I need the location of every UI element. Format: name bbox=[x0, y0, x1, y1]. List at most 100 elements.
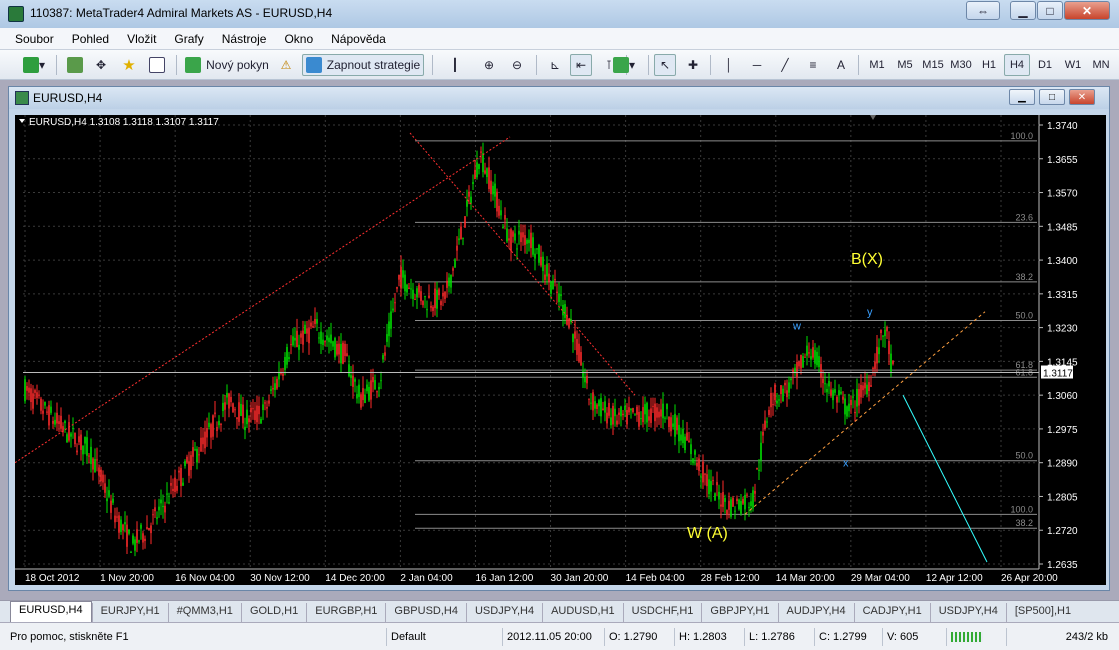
candle-body bbox=[340, 343, 342, 364]
candle-body bbox=[682, 428, 684, 444]
candle-body bbox=[200, 437, 202, 452]
chart-tab[interactable]: AUDJPY,H4 bbox=[777, 603, 854, 622]
chart-tab[interactable]: CADJPY,H1 bbox=[853, 603, 930, 622]
channel-icon: ≡ bbox=[809, 58, 817, 72]
candle-body bbox=[634, 413, 636, 415]
timeframe-h1[interactable]: H1 bbox=[976, 54, 1002, 76]
vertical-line-button[interactable]: │ bbox=[718, 54, 740, 76]
candle-body bbox=[356, 394, 358, 399]
chart-canvas[interactable]: 1.3740 1.3655 1.3570 1.3485 1.3400 1.3315 1.32… bbox=[14, 115, 1106, 585]
candle-body bbox=[464, 216, 466, 228]
chart-tab[interactable]: AUDUSD,H1 bbox=[542, 603, 623, 622]
chart-tab[interactable]: GBPUSD,H4 bbox=[385, 603, 466, 622]
channel-button[interactable]: ≡ bbox=[802, 54, 824, 76]
timeframe-m1[interactable]: M1 bbox=[864, 54, 890, 76]
chart-shift-button[interactable]: ⇤ bbox=[570, 54, 592, 76]
candle-body bbox=[532, 237, 534, 255]
horizontal-line-button[interactable]: ─ bbox=[746, 54, 768, 76]
candle-body bbox=[34, 390, 36, 393]
candle-body bbox=[766, 421, 768, 423]
timeframe-m5[interactable]: M5 bbox=[892, 54, 918, 76]
cursor-button[interactable]: ↖ bbox=[654, 54, 676, 76]
wave-label-x: x bbox=[843, 458, 849, 470]
candle-body bbox=[536, 248, 538, 250]
menu-okno[interactable]: Okno bbox=[275, 32, 322, 46]
candle-body bbox=[404, 274, 406, 292]
close-button[interactable]: ✕ bbox=[1064, 1, 1110, 20]
chart-tab[interactable]: [SP500],H1 bbox=[1005, 603, 1079, 622]
candle-body bbox=[590, 402, 592, 404]
candle-body bbox=[324, 341, 326, 343]
autoscroll-button[interactable]: ⊾ bbox=[544, 54, 566, 76]
menu-napoveda[interactable]: Nápověda bbox=[322, 32, 395, 46]
candle-body bbox=[680, 434, 682, 441]
bar-chart-icon: ┃ bbox=[451, 58, 459, 72]
crosshair-button[interactable]: ✚ bbox=[682, 54, 704, 76]
candle-body bbox=[772, 404, 774, 406]
chart-minimize-button[interactable]: ▁ bbox=[1009, 89, 1035, 105]
candle-body bbox=[882, 335, 884, 337]
chart-tab[interactable]: USDCHF,H1 bbox=[622, 603, 702, 622]
new-chart-button[interactable]: ▾ bbox=[18, 54, 50, 76]
minimize-button[interactable]: ▁ bbox=[1010, 1, 1036, 20]
candle-body bbox=[58, 421, 60, 425]
price-label: 1.3060 bbox=[1047, 391, 1078, 402]
candle-body bbox=[406, 284, 408, 293]
navigator-button[interactable]: ✥ bbox=[90, 54, 112, 76]
maximize-button[interactable]: □ bbox=[1037, 1, 1063, 20]
zoom-in-button[interactable]: ⊕ bbox=[478, 54, 500, 76]
menu-vlozit[interactable]: Vložit bbox=[118, 32, 165, 46]
timeframe-m15[interactable]: M15 bbox=[920, 54, 946, 76]
candle-body bbox=[26, 386, 28, 391]
price-chart[interactable]: 1.3740 1.3655 1.3570 1.3485 1.3400 1.3315 1.32… bbox=[14, 115, 1106, 585]
chart-tab[interactable]: GOLD,H1 bbox=[240, 603, 306, 622]
menu-soubor[interactable]: Soubor bbox=[6, 32, 63, 46]
favorites-button[interactable]: ★ bbox=[118, 54, 140, 76]
price-label: 1.3740 bbox=[1047, 121, 1078, 132]
candle-body bbox=[370, 380, 372, 400]
candle-body bbox=[856, 388, 858, 407]
chart-close-button[interactable]: ✕ bbox=[1069, 89, 1095, 105]
zoom-out-button[interactable]: ⊖ bbox=[506, 54, 528, 76]
timeframe-mn[interactable]: MN bbox=[1088, 54, 1114, 76]
timeframe-w1[interactable]: W1 bbox=[1060, 54, 1086, 76]
chart-tab[interactable]: EURGBP,H1 bbox=[306, 603, 385, 622]
strategy-button[interactable]: Zapnout strategie bbox=[302, 54, 424, 76]
indicators-button[interactable]: ▾ bbox=[608, 54, 640, 76]
text-tool-button[interactable]: A bbox=[830, 54, 852, 76]
market-watch-button[interactable] bbox=[64, 54, 86, 76]
candle-body bbox=[704, 473, 706, 475]
chart-tab[interactable]: #QMM3,H1 bbox=[167, 603, 241, 622]
chart-tab[interactable]: EURUSD,H4 bbox=[10, 601, 92, 622]
candle-body bbox=[730, 499, 732, 517]
terminal-button[interactable] bbox=[146, 54, 168, 76]
chart-tab[interactable]: EURJPY,H1 bbox=[91, 603, 168, 622]
status-low: L: 1.2786 bbox=[744, 628, 814, 646]
trendline-button[interactable]: ╱ bbox=[774, 54, 796, 76]
chart-tab[interactable]: GBPJPY,H1 bbox=[701, 603, 777, 622]
timeframe-d1[interactable]: D1 bbox=[1032, 54, 1058, 76]
candle-body bbox=[488, 167, 490, 189]
warning-button[interactable]: ⚠ bbox=[276, 54, 296, 76]
new-order-button[interactable]: Nový pokyn bbox=[184, 54, 270, 76]
bar-chart-button[interactable]: ┃ bbox=[444, 54, 466, 76]
time-label: 16 Jan 12:00 bbox=[475, 573, 533, 584]
candle-body bbox=[802, 356, 804, 368]
restore-button[interactable]: ⇔ bbox=[966, 1, 1000, 20]
timeframe-h4[interactable]: H4 bbox=[1004, 54, 1030, 76]
chart-tab[interactable]: USDJPY,H4 bbox=[465, 603, 542, 622]
chart-maximize-button[interactable]: □ bbox=[1039, 89, 1065, 105]
menu-grafy[interactable]: Grafy bbox=[165, 32, 212, 46]
menu-pohled[interactable]: Pohled bbox=[63, 32, 118, 46]
timeframe-m30[interactable]: M30 bbox=[948, 54, 974, 76]
chart-tab[interactable]: USDJPY,H4 bbox=[929, 603, 1006, 622]
candle-body bbox=[774, 384, 776, 401]
candle-body bbox=[732, 497, 734, 507]
menu-nastroje[interactable]: Nástroje bbox=[213, 32, 276, 46]
candle-body bbox=[322, 339, 324, 345]
candle-body bbox=[686, 432, 688, 441]
candle-body bbox=[398, 274, 400, 280]
candle-body bbox=[386, 334, 388, 342]
candle-body bbox=[890, 353, 892, 372]
status-volume: V: 605 bbox=[882, 628, 946, 646]
